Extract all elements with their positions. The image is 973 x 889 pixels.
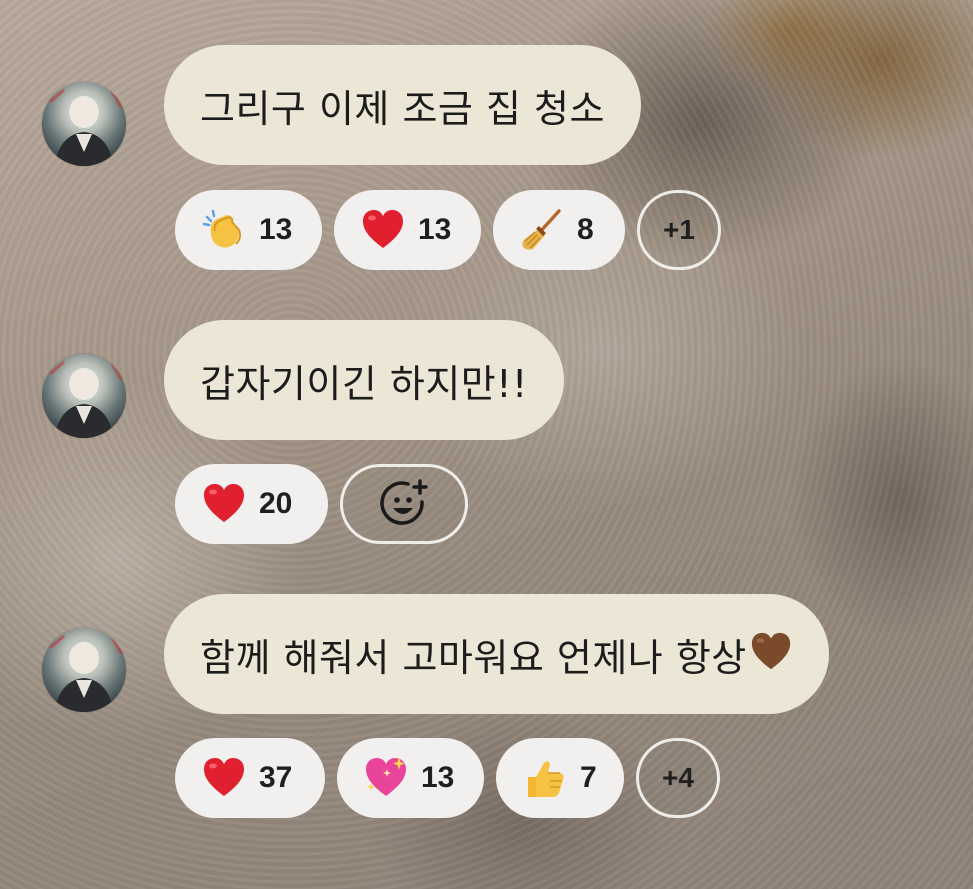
avatar[interactable] — [42, 628, 126, 712]
message-bubble[interactable]: 갑자기이긴 하지만!! — [164, 320, 564, 440]
reaction-chip-thumbs-up[interactable]: 7 — [496, 738, 624, 818]
reaction-chip-heart[interactable]: 20 — [175, 464, 328, 544]
red-heart-icon — [363, 210, 403, 248]
reaction-bar: 37 13 7 +4 — [175, 738, 720, 818]
message-text: 갑자기이긴 하지만!! — [200, 361, 528, 406]
reaction-chip-sparkling-heart[interactable]: 13 — [337, 738, 484, 818]
message-text: 그리구 이제 조금 집 청소 — [200, 86, 605, 131]
add-reaction-button[interactable] — [340, 464, 468, 544]
message-bubble[interactable]: 함께 해줘서 고마워요 언제나 항상 — [164, 594, 829, 714]
reaction-bar: 20 — [175, 464, 468, 544]
reaction-count: 8 — [577, 213, 594, 246]
reaction-count: 13 — [259, 213, 293, 246]
sparkling-heart-icon — [366, 757, 406, 796]
reaction-count: 13 — [421, 761, 455, 794]
avatar[interactable] — [42, 354, 126, 438]
message-bubble[interactable]: 그리구 이제 조금 집 청소 — [164, 45, 641, 165]
red-heart-icon — [204, 758, 244, 796]
more-reactions-button[interactable]: +1 — [637, 190, 721, 270]
reaction-chip-broom[interactable]: 8 — [493, 190, 625, 270]
reaction-chip-heart[interactable]: 37 — [175, 738, 325, 818]
reaction-chip-clap[interactable]: 13 — [175, 190, 322, 270]
reaction-count: 13 — [418, 213, 452, 246]
reaction-count: 20 — [259, 487, 293, 520]
avatar[interactable] — [42, 82, 126, 166]
clapping-hands-icon — [202, 209, 241, 248]
reaction-count: 7 — [580, 761, 597, 794]
brown-heart-icon — [751, 632, 790, 670]
reaction-bar: 13 13 8 +1 — [175, 190, 721, 270]
add-reaction-smiley-icon — [380, 479, 428, 525]
broom-icon — [522, 209, 561, 250]
reaction-chip-heart[interactable]: 13 — [334, 190, 481, 270]
red-heart-icon — [204, 484, 244, 522]
more-reactions-button[interactable]: +4 — [636, 738, 720, 818]
reaction-count: 37 — [259, 761, 293, 794]
thumbs-up-icon — [528, 761, 564, 797]
message-text: 함께 해줘서 고마워요 언제나 항상 — [200, 635, 747, 680]
